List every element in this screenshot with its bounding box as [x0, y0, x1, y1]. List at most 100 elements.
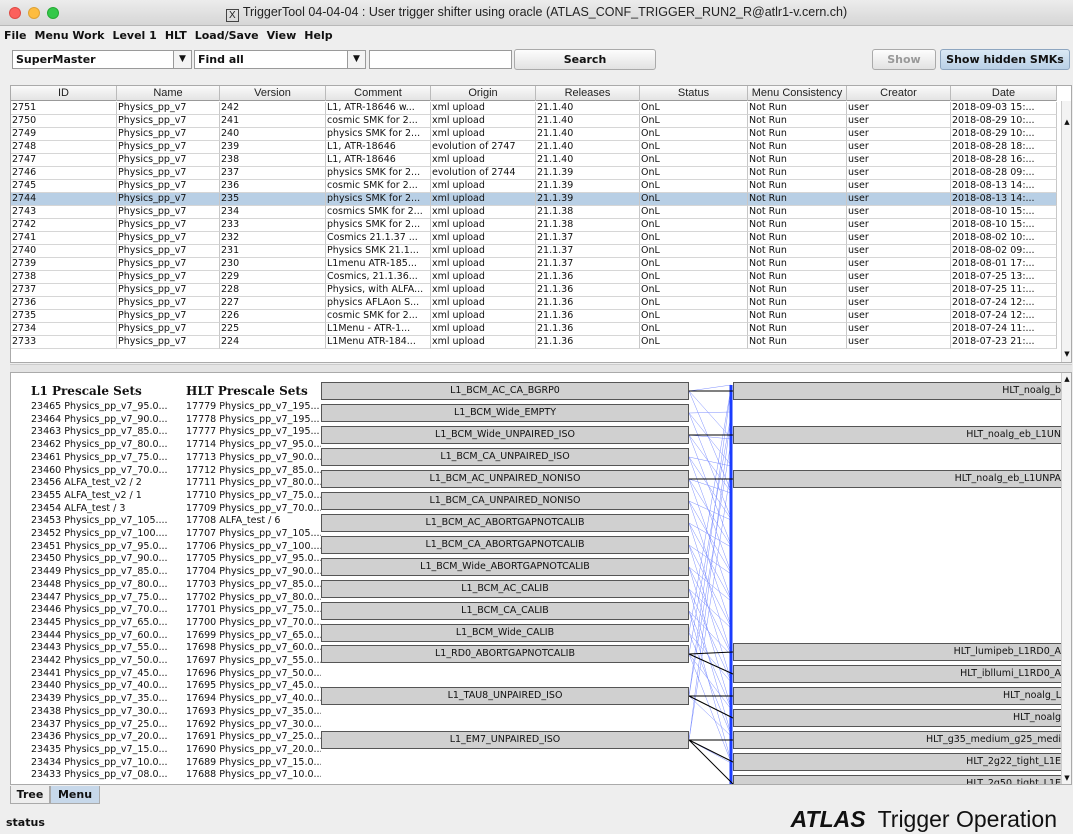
column-header[interactable]: Status [640, 86, 748, 101]
l1-prescale-item[interactable]: 23465 Physics_pp_v7_95.0... [31, 401, 183, 412]
l1-item-box[interactable]: L1_BCM_AC_CA_BGRP0 [321, 382, 689, 400]
l1-item-box[interactable]: L1_BCM_AC_CALIB [321, 580, 689, 598]
tab-menu[interactable]: Menu [50, 786, 100, 804]
table-row[interactable]: 2739 Physics_pp_v7 230 L1menu ATR-185... xml… [11, 258, 1057, 271]
hlt-prescale-item[interactable]: 17697 Physics_pp_v7_55.0... [186, 655, 321, 666]
scroll-up-icon[interactable]: ▲ [1062, 117, 1071, 127]
l1-prescale-item[interactable]: 23433 Physics_pp_v7_08.0... [31, 769, 183, 780]
l1-prescale-item[interactable]: 23453 Physics_pp_v7_105.... [31, 515, 183, 526]
table-row[interactable]: 2737 Physics_pp_v7 228 Physics, with ALFA..… [11, 284, 1057, 297]
hlt-prescale-item[interactable]: 17694 Physics_pp_v7_40.0... [186, 693, 321, 704]
menu-help[interactable]: Help [304, 29, 332, 42]
show-button[interactable]: Show [872, 49, 936, 70]
hlt-prescale-item[interactable]: 17690 Physics_pp_v7_20.0... [186, 744, 321, 755]
l1-prescale-item[interactable]: 23436 Physics_pp_v7_20.0... [31, 731, 183, 742]
hlt-prescale-item[interactable]: 17693 Physics_pp_v7_35.0... [186, 706, 321, 717]
hlt-prescale-item[interactable]: 17707 Physics_pp_v7_105.... [186, 528, 321, 539]
l1-item-box[interactable]: L1_BCM_Wide_UNPAIRED_ISO [321, 426, 689, 444]
l1-item-box[interactable]: L1_TAU8_UNPAIRED_ISO [321, 687, 689, 705]
hlt-chain-box[interactable]: HLT_2g50_tight_L1E [733, 775, 1065, 784]
l1-prescale-item[interactable]: 23437 Physics_pp_v7_25.0... [31, 719, 183, 730]
hlt-chain-box[interactable]: HLT_noalg_eb_L1UNPA [733, 470, 1065, 488]
l1-prescale-item[interactable]: 23462 Physics_pp_v7_80.0... [31, 439, 183, 450]
l1-prescale-item[interactable]: 23444 Physics_pp_v7_60.0... [31, 630, 183, 641]
l1-item-box[interactable]: L1_BCM_AC_ABORTGAPNOTCALIB [321, 514, 689, 532]
l1-prescale-item[interactable]: 23464 Physics_pp_v7_90.0... [31, 414, 183, 425]
l1-prescale-item[interactable]: 23442 Physics_pp_v7_50.0... [31, 655, 183, 666]
table-row[interactable]: 2749 Physics_pp_v7 240 physics SMK for 2...… [11, 128, 1057, 141]
menu-hlt[interactable]: HLT [165, 29, 187, 42]
l1-prescale-item[interactable]: 23455 ALFA_test_v2 / 1 [31, 490, 183, 501]
l1-prescale-item[interactable]: 23445 Physics_pp_v7_65.0... [31, 617, 183, 628]
l1-item-box[interactable]: L1_BCM_CA_ABORTGAPNOTCALIB [321, 536, 689, 554]
hlt-prescale-item[interactable]: 17778 Physics_pp_v7_195... [186, 414, 321, 425]
hlt-chain-box[interactable]: HLT_2g22_tight_L1E [733, 753, 1065, 771]
l1-item-box[interactable]: L1_BCM_Wide_EMPTY [321, 404, 689, 422]
hlt-prescale-item[interactable]: 17688 Physics_pp_v7_10.0... [186, 769, 321, 780]
hlt-prescale-item[interactable]: 17700 Physics_pp_v7_70.0... [186, 617, 321, 628]
hlt-prescale-item[interactable]: 17698 Physics_pp_v7_60.0... [186, 642, 321, 653]
l1-prescale-item[interactable]: 23463 Physics_pp_v7_85.0... [31, 426, 183, 437]
hlt-prescale-item[interactable]: 17702 Physics_pp_v7_80.0... [186, 592, 321, 603]
menu-view[interactable]: View [267, 29, 297, 42]
split-pane-divider[interactable] [10, 364, 1072, 372]
show-hidden-smks-button[interactable]: Show hidden SMKs [940, 49, 1070, 70]
l1-prescale-item[interactable]: 23438 Physics_pp_v7_30.0... [31, 706, 183, 717]
hlt-chain-box[interactable]: HLT_ibllumi_L1RD0_A [733, 665, 1065, 683]
table-row[interactable]: 2735 Physics_pp_v7 226 cosmic SMK for 2... x… [11, 310, 1057, 323]
table-scrollbar[interactable]: ▲ ▼ [1061, 101, 1071, 362]
l1-item-box[interactable]: L1_BCM_CA_UNPAIRED_ISO [321, 448, 689, 466]
hlt-prescale-item[interactable]: 17703 Physics_pp_v7_85.0... [186, 579, 321, 590]
key-type-select[interactable]: SuperMaster ▼ [12, 50, 192, 69]
l1-prescale-item[interactable]: 23451 Physics_pp_v7_95.0... [31, 541, 183, 552]
column-header[interactable]: ID [11, 86, 117, 101]
column-header[interactable]: Date [951, 86, 1057, 101]
table-row[interactable]: 2750 Physics_pp_v7 241 cosmic SMK for 2... x… [11, 115, 1057, 128]
column-header[interactable]: Releases [536, 86, 640, 101]
hlt-prescale-item[interactable]: 17701 Physics_pp_v7_75.0... [186, 604, 321, 615]
table-row[interactable]: 2740 Physics_pp_v7 231 Physics SMK 21.1... x… [11, 245, 1057, 258]
table-row[interactable]: 2748 Physics_pp_v7 239 L1, ATR-18646 evoluti… [11, 141, 1057, 154]
hlt-prescale-item[interactable]: 17692 Physics_pp_v7_30.0... [186, 719, 321, 730]
hlt-prescale-item[interactable]: 17689 Physics_pp_v7_15.0... [186, 757, 321, 768]
hlt-chain-box[interactable]: HLT_noalg [733, 709, 1065, 727]
hlt-prescale-item[interactable]: 17779 Physics_pp_v7_195... [186, 401, 321, 412]
hlt-chain-box[interactable]: HLT_g35_medium_g25_medi [733, 731, 1065, 749]
l1-prescale-item[interactable]: 23460 Physics_pp_v7_70.0... [31, 465, 183, 476]
hlt-prescale-item[interactable]: 17714 Physics_pp_v7_95.0... [186, 439, 321, 450]
hlt-prescale-item[interactable]: 17712 Physics_pp_v7_85.0... [186, 465, 321, 476]
l1-prescale-item[interactable]: 23449 Physics_pp_v7_85.0... [31, 566, 183, 577]
table-row[interactable]: 2736 Physics_pp_v7 227 physics AFLAon S... x… [11, 297, 1057, 310]
l1-item-box[interactable]: L1_EM7_UNPAIRED_ISO [321, 731, 689, 749]
table-row[interactable]: 2738 Physics_pp_v7 229 Cosmics, 21.1.36... x… [11, 271, 1057, 284]
hlt-prescale-item[interactable]: 17706 Physics_pp_v7_100.... [186, 541, 321, 552]
column-header[interactable]: Comment [326, 86, 431, 101]
l1-item-box[interactable]: L1_BCM_AC_UNPAIRED_NONISO [321, 470, 689, 488]
l1-prescale-item[interactable]: 23452 Physics_pp_v7_100.... [31, 528, 183, 539]
l1-prescale-item[interactable]: 23456 ALFA_test_v2 / 2 [31, 477, 183, 488]
column-header[interactable]: Origin [431, 86, 536, 101]
l1-prescale-item[interactable]: 23435 Physics_pp_v7_15.0... [31, 744, 183, 755]
scroll-down-icon[interactable]: ▼ [1062, 349, 1071, 359]
hlt-chain-box[interactable]: HLT_noalg_L [733, 687, 1065, 705]
l1-prescale-item[interactable]: 23461 Physics_pp_v7_75.0... [31, 452, 183, 463]
scroll-down-icon[interactable]: ▼ [1062, 773, 1071, 783]
l1-prescale-item[interactable]: 23454 ALFA_test / 3 [31, 503, 183, 514]
hlt-prescale-item[interactable]: 17708 ALFA_test / 6 [186, 515, 321, 526]
column-header[interactable]: Menu Consistency [748, 86, 847, 101]
table-row[interactable]: 2734 Physics_pp_v7 225 L1Menu - ATR-1... xml… [11, 323, 1057, 336]
table-row[interactable]: 2747 Physics_pp_v7 238 L1, ATR-18646 xml upl… [11, 154, 1057, 167]
tab-tree[interactable]: Tree [10, 786, 50, 804]
hlt-prescale-item[interactable]: 17777 Physics_pp_v7_195... [186, 426, 321, 437]
table-row[interactable]: 2746 Physics_pp_v7 237 physics SMK for 2...… [11, 167, 1057, 180]
hlt-prescale-item[interactable]: 17699 Physics_pp_v7_65.0... [186, 630, 321, 641]
menu-file[interactable]: File [4, 29, 27, 42]
menu-level1[interactable]: Level 1 [112, 29, 156, 42]
hlt-chain-box[interactable]: HLT_noalg_b [733, 382, 1065, 400]
hlt-chain-box[interactable]: HLT_noalg_eb_L1UN [733, 426, 1065, 444]
hlt-prescale-item[interactable]: 17710 Physics_pp_v7_75.0... [186, 490, 321, 501]
hlt-prescale-item[interactable]: 17705 Physics_pp_v7_95.0... [186, 553, 321, 564]
table-row[interactable]: 2751 Physics_pp_v7 242 L1, ATR-18646 w... xm… [11, 102, 1057, 115]
column-header[interactable]: Creator [847, 86, 951, 101]
l1-prescale-item[interactable]: 23448 Physics_pp_v7_80.0... [31, 579, 183, 590]
